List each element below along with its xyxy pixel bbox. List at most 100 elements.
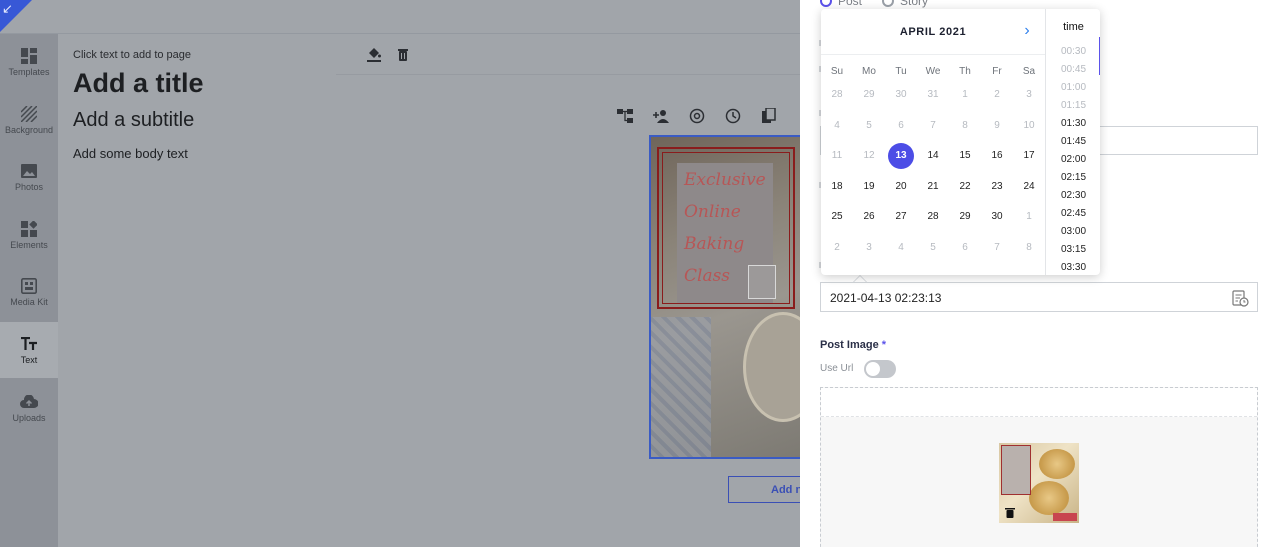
add-page-button[interactable]: Add n <box>728 476 808 503</box>
rail-item-label: Text <box>20 355 38 365</box>
weekday-label: Su <box>830 66 844 77</box>
calendar-day: 4 <box>834 119 840 131</box>
calendar-day: 7 <box>994 241 1000 253</box>
calendar-clock-icon[interactable] <box>1231 289 1249 307</box>
post-radio-label: Post <box>838 0 863 8</box>
time-option[interactable]: 03:00 <box>1046 226 1100 237</box>
calendar-day[interactable]: 30 <box>981 204 1013 230</box>
time-option[interactable]: 01:15 <box>1046 100 1100 111</box>
canvas-area: Exclusive Online Baking Class Add n <box>336 34 808 547</box>
post-image-thumbnail[interactable] <box>999 443 1079 523</box>
rail-item-uploads[interactable]: Uploads <box>0 380 58 436</box>
next-month-button[interactable]: › <box>1019 22 1035 40</box>
calendar-day[interactable]: 27 <box>885 204 917 230</box>
rail-item-media-kit[interactable]: Media Kit <box>0 264 58 320</box>
rail-item-label: Photos <box>14 182 44 193</box>
time-option[interactable]: 02:00 <box>1046 154 1100 165</box>
paint-bucket-icon <box>367 48 381 62</box>
post-type-radio-group: Post Story <box>820 0 928 8</box>
time-option[interactable]: 02:30 <box>1046 190 1100 201</box>
calendar-day[interactable]: 25 <box>821 204 853 230</box>
time-option[interactable]: 01:00 <box>1046 82 1100 93</box>
calendar-day[interactable]: 23 <box>981 174 1013 200</box>
calendar-day: 2 <box>834 241 840 253</box>
hierarchy-button[interactable] <box>616 107 634 125</box>
design-plate-shape <box>743 312 800 422</box>
calendar-day: 29 <box>863 89 875 100</box>
datetime-picker-popup: APRIL 2021 › Su Mo Tu We Th Fr Sa 28 29 30 31 1 2 3 4… <box>821 9 1100 275</box>
rail-item-elements[interactable]: Elements <box>0 207 58 263</box>
at-sign-icon <box>689 108 705 124</box>
calendar-day[interactable]: 24 <box>1013 174 1045 200</box>
duplicate-button[interactable] <box>760 107 778 125</box>
design-cloth-shape <box>651 317 711 457</box>
time-option[interactable]: 00:45 <box>1046 64 1100 75</box>
weekday-label: Fr <box>992 66 1002 77</box>
add-body-text-option[interactable]: Add some body text <box>73 146 188 161</box>
calendar-day[interactable]: 17 <box>1013 143 1045 169</box>
calendar-day[interactable]: 26 <box>853 204 885 230</box>
uploads-icon <box>20 393 38 411</box>
rail-item-background[interactable]: Background <box>0 92 58 148</box>
design-text-line[interactable]: Baking <box>684 228 784 260</box>
rail-item-text[interactable]: Text <box>0 322 58 378</box>
design-text-line[interactable]: Exclusive <box>684 164 784 196</box>
calendar-day[interactable]: 15 <box>949 143 981 169</box>
calendar-day: 9 <box>994 119 1000 131</box>
add-title-option[interactable]: Add a title <box>73 68 204 99</box>
photos-icon <box>20 162 38 180</box>
calendar-day[interactable]: 28 <box>917 204 949 230</box>
rail-item-photos[interactable]: Photos <box>0 149 58 205</box>
calendar-day[interactable]: 16 <box>981 143 1013 169</box>
image-upload-area[interactable] <box>820 387 1258 547</box>
mention-button[interactable] <box>688 107 706 125</box>
calendar-day[interactable]: 20 <box>885 174 917 200</box>
story-radio[interactable] <box>882 0 895 7</box>
time-option[interactable]: 03:15 <box>1046 244 1100 255</box>
use-url-toggle[interactable] <box>864 360 896 378</box>
weekday-label: Th <box>959 66 971 77</box>
add-person-button[interactable] <box>652 107 670 125</box>
text-panel: Click text to add to page Add a title Ad… <box>58 34 336 547</box>
time-list: 00:1500:3000:4501:0001:1501:3001:4502:00… <box>1046 34 1100 275</box>
rail-item-label: Elements <box>10 239 48 250</box>
calendar-day: 1 <box>962 89 968 100</box>
schedule-datetime-input[interactable]: 2021-04-13 02:23:13 <box>820 282 1258 312</box>
calendar-day[interactable]: 29 <box>949 204 981 230</box>
rail-item-templates[interactable]: Templates <box>0 34 58 90</box>
schedule-datetime-value: 2021-04-13 02:23:13 <box>830 291 942 305</box>
oven-icon <box>748 265 776 299</box>
calendar-day[interactable]: 19 <box>853 174 885 200</box>
calendar-day[interactable]: 21 <box>917 174 949 200</box>
chevron-right-icon: › <box>1024 22 1030 39</box>
calendar-day: 3 <box>1026 89 1032 100</box>
time-option[interactable]: 01:30 <box>1046 118 1100 129</box>
toggle-knob <box>866 362 880 376</box>
thumb-badge <box>1053 513 1077 521</box>
add-subtitle-option[interactable]: Add a subtitle <box>73 109 194 132</box>
thumb-pastry <box>1039 449 1075 479</box>
calendar-day-selected[interactable]: 13 <box>885 143 917 169</box>
design-text-line[interactable]: Online <box>684 196 784 228</box>
use-url-label: Use Url <box>820 363 854 374</box>
templates-icon <box>20 47 38 65</box>
time-option[interactable]: 02:45 <box>1046 208 1100 219</box>
calendar-day[interactable]: 14 <box>917 143 949 169</box>
calendar-day: 5 <box>866 119 872 131</box>
time-option[interactable]: 00:30 <box>1046 46 1100 57</box>
remove-image-button[interactable] <box>1003 505 1017 519</box>
design-page-preview[interactable]: Exclusive Online Baking Class <box>649 135 800 459</box>
schedule-button[interactable] <box>724 107 742 125</box>
fill-color-button[interactable] <box>364 44 384 64</box>
time-option[interactable]: 03:30 <box>1046 262 1100 273</box>
time-option[interactable]: 02:15 <box>1046 172 1100 183</box>
weekday-label: We <box>925 66 941 77</box>
clock-icon <box>725 108 741 124</box>
upload-area-header <box>821 388 1257 417</box>
calendar-day[interactable]: 18 <box>821 174 853 200</box>
time-option[interactable]: 01:45 <box>1046 136 1100 147</box>
post-radio[interactable] <box>820 0 832 7</box>
calendar-day[interactable]: 22 <box>949 174 981 200</box>
delete-page-button[interactable] <box>393 44 413 64</box>
calendar-day: 31 <box>927 89 939 100</box>
